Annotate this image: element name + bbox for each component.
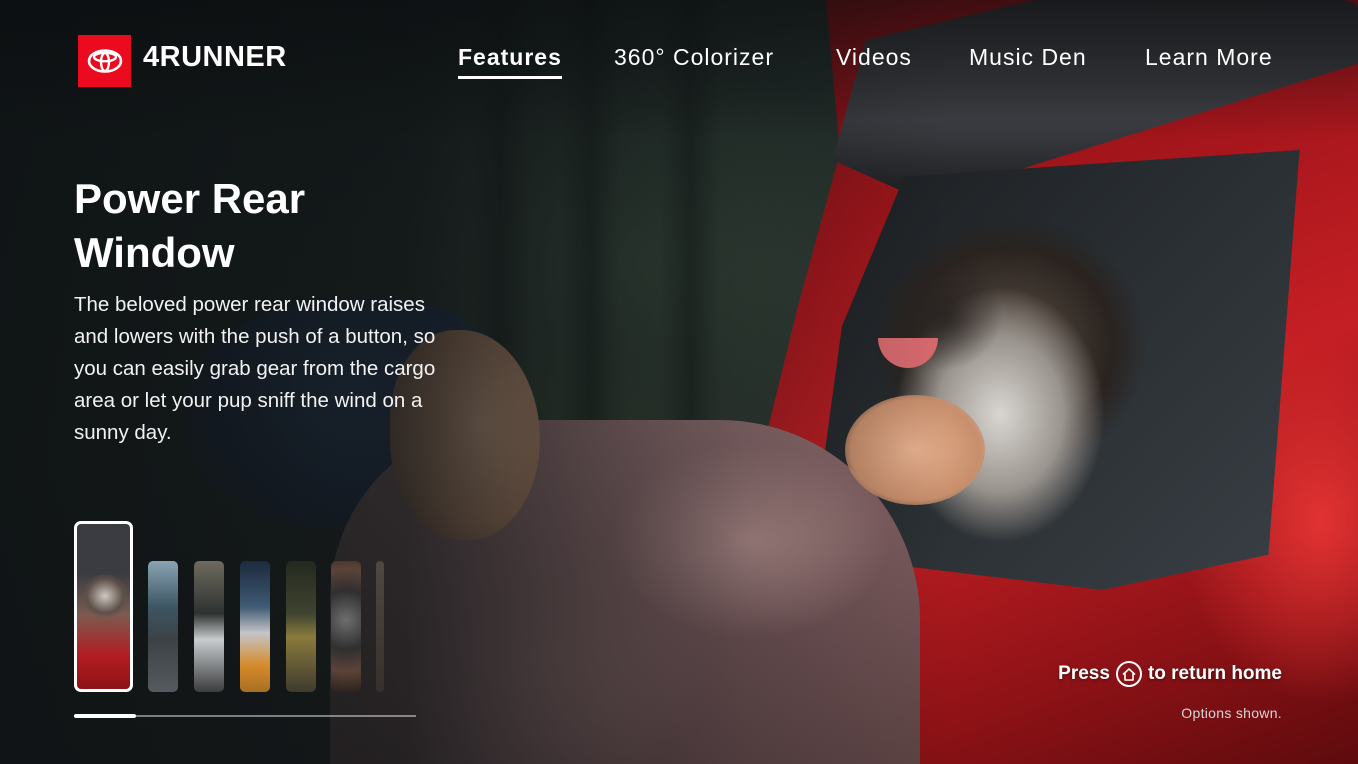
options-disclaimer: Options shown. [1181,705,1282,721]
thumbnail-3[interactable] [194,561,224,692]
hint-prefix: Press [1058,663,1110,684]
feature-carousel [74,521,434,693]
hint-suffix: to return home [1147,663,1282,684]
feature-description: The beloved power rear window raises and… [74,293,436,444]
thumbnail-7-partial[interactable] [376,561,384,692]
feature-title-line-2: Window [74,229,235,276]
thumbnail-5[interactable] [286,561,316,692]
return-home-hint: Press to return home [1058,661,1282,687]
carousel-progress-fill [74,714,136,718]
thumbnail-4[interactable] [240,561,270,692]
thumbnail-2[interactable] [148,561,178,692]
home-glyph-icon [1122,667,1136,681]
feature-title: Power Rear Window [74,172,434,280]
thumbnail-power-rear-window[interactable] [74,521,133,692]
nav-360-colorizer[interactable]: 360° Colorizer [614,44,774,71]
nav-videos[interactable]: Videos [836,44,912,71]
home-icon [1115,661,1142,687]
feature-title-line-1: Power Rear [74,175,306,222]
thumbnail-6[interactable] [331,561,361,692]
nav-features[interactable]: Features [458,44,562,79]
carousel-progress-track [74,714,416,718]
nav-music-den[interactable]: Music Den [969,44,1087,71]
main-nav: Features 360° Colorizer Videos Music Den… [0,44,1358,84]
nav-learn-more[interactable]: Learn More [1145,44,1273,71]
